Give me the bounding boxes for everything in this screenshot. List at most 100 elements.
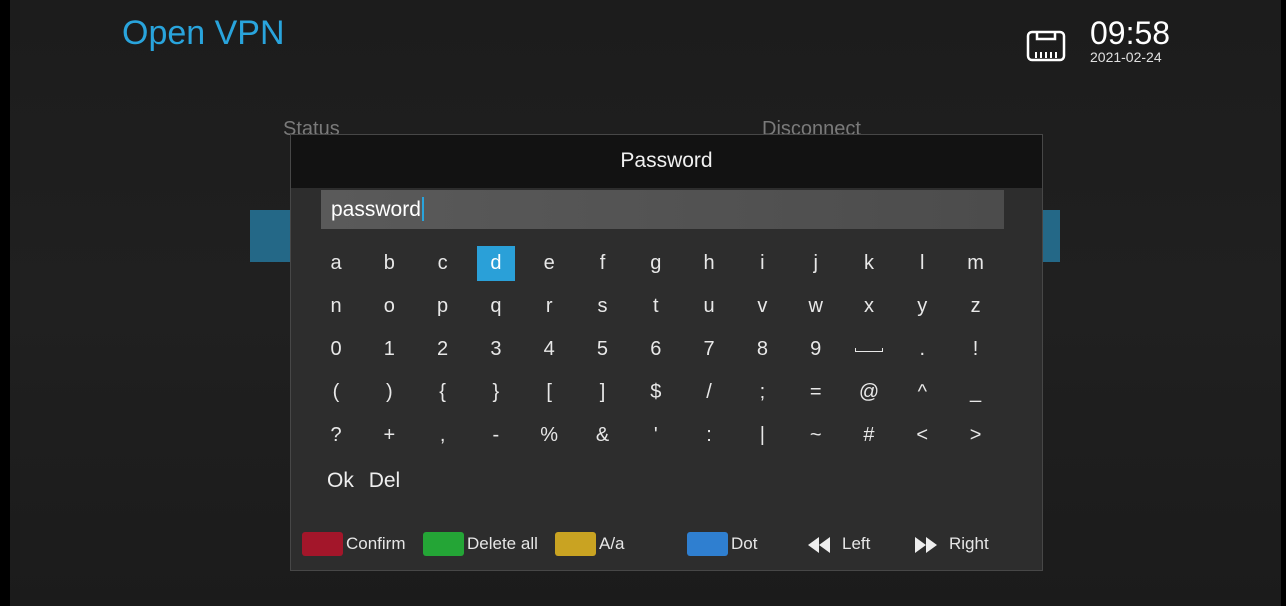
case-toggle-hint[interactable]: A/a	[555, 532, 625, 556]
dot-label: Dot	[731, 534, 758, 553]
key[interactable]: %	[530, 418, 568, 453]
key[interactable]: u	[690, 289, 728, 324]
key[interactable]: )	[370, 375, 408, 410]
key[interactable]: y	[903, 289, 941, 324]
key[interactable]: 3	[477, 332, 515, 367]
password-dialog: Password password abcdefghijklmnopqrstuv…	[290, 134, 1043, 571]
key[interactable]: '	[637, 418, 675, 453]
key[interactable]: ~	[797, 418, 835, 453]
keyboard-row: nopqrstuvwxyz	[317, 289, 1010, 332]
key[interactable]: &	[583, 418, 621, 453]
text-caret	[421, 196, 424, 221]
key-selected[interactable]: d	[476, 246, 515, 281]
key[interactable]: 1	[370, 332, 408, 367]
space-bar-icon	[854, 347, 883, 352]
key[interactable]: ]	[583, 375, 621, 410]
key[interactable]: c	[424, 246, 462, 281]
key[interactable]: b	[370, 246, 408, 281]
key[interactable]: h	[690, 246, 728, 281]
key[interactable]: e	[530, 246, 568, 281]
screen: Open VPN 09:58 2021-02-24 Status Disconn…	[10, 0, 1281, 606]
key[interactable]: .	[903, 332, 941, 367]
key[interactable]: <	[903, 418, 941, 453]
right-hint[interactable]: Right	[915, 532, 989, 556]
password-input[interactable]: password	[321, 190, 1004, 229]
key[interactable]: 4	[530, 332, 568, 367]
confirm-hint[interactable]: Confirm	[302, 532, 406, 556]
key[interactable]: !	[957, 332, 995, 367]
red-button-icon	[302, 532, 343, 556]
ok-key[interactable]: Ok	[327, 469, 354, 492]
key[interactable]: a	[317, 246, 355, 281]
key[interactable]: x	[850, 289, 888, 324]
confirm-label: Confirm	[346, 534, 406, 553]
delete-all-hint[interactable]: Delete all	[423, 532, 538, 556]
keyboard-row: abcdefghijklm	[317, 246, 1010, 289]
key[interactable]: ;	[743, 375, 781, 410]
dot-hint[interactable]: Dot	[687, 532, 757, 556]
key[interactable]: [	[530, 375, 568, 410]
clock-date: 2021-02-24	[1090, 49, 1162, 65]
key[interactable]: 6	[637, 332, 675, 367]
key[interactable]: ^	[903, 375, 941, 410]
key[interactable]: (	[317, 375, 355, 410]
rewind-icon	[808, 536, 830, 553]
key[interactable]: {	[424, 375, 462, 410]
app-title: Open VPN	[122, 14, 285, 52]
key[interactable]: w	[797, 289, 835, 324]
password-value: password	[331, 198, 421, 221]
key[interactable]: q	[477, 289, 515, 324]
key[interactable]: 2	[424, 332, 462, 367]
key[interactable]: n	[317, 289, 355, 324]
key[interactable]: _	[957, 375, 995, 410]
key[interactable]: o	[370, 289, 408, 324]
key[interactable]: -	[477, 418, 515, 453]
key[interactable]: s	[583, 289, 621, 324]
key-space[interactable]	[850, 332, 888, 367]
key[interactable]: j	[797, 246, 835, 281]
key[interactable]: @	[850, 375, 888, 410]
on-screen-keyboard: a b c d e f g h i j k l m n o p q r s t u v w x y z 0 1 2 3 4 5 6 7 8 9.!()…	[317, 246, 1010, 461]
ethernet-icon	[1026, 30, 1066, 62]
key[interactable]: ,	[424, 418, 462, 453]
green-button-icon	[423, 532, 464, 556]
delete-all-label: Delete all	[467, 534, 538, 553]
key[interactable]: }	[477, 375, 515, 410]
keyboard-row: () {} [] $ /; = @ ^ _	[317, 375, 1010, 418]
key[interactable]: i	[743, 246, 781, 281]
case-toggle-label: A/a	[599, 534, 625, 553]
key[interactable]: 9	[797, 332, 835, 367]
key[interactable]: #	[850, 418, 888, 453]
key[interactable]: |	[743, 418, 781, 453]
key[interactable]: =	[797, 375, 835, 410]
key[interactable]: t	[637, 289, 675, 324]
key[interactable]: v	[743, 289, 781, 324]
yellow-button-icon	[555, 532, 596, 556]
blue-button-icon	[687, 532, 728, 556]
key[interactable]: 5	[583, 332, 621, 367]
key[interactable]: f	[583, 246, 621, 281]
key[interactable]: p	[424, 289, 462, 324]
key[interactable]: 0	[317, 332, 355, 367]
key[interactable]: $	[637, 375, 675, 410]
key[interactable]: r	[530, 289, 568, 324]
clock: 09:58 2021-02-24	[1090, 16, 1170, 64]
key[interactable]: :	[690, 418, 728, 453]
key[interactable]: ?	[317, 418, 355, 453]
key[interactable]: /	[690, 375, 728, 410]
key[interactable]: +	[370, 418, 408, 453]
key[interactable]: 8	[743, 332, 781, 367]
key[interactable]: k	[850, 246, 888, 281]
keyboard-actions: Ok Del	[327, 469, 409, 493]
right-label: Right	[949, 534, 989, 553]
fast-forward-icon	[915, 536, 937, 553]
key[interactable]: m	[957, 246, 995, 281]
key[interactable]: g	[637, 246, 675, 281]
left-hint[interactable]: Left	[808, 532, 870, 556]
key[interactable]: 7	[690, 332, 728, 367]
key[interactable]: >	[957, 418, 995, 453]
key[interactable]: z	[957, 289, 995, 324]
key[interactable]: l	[903, 246, 941, 281]
del-key[interactable]: Del	[369, 469, 401, 492]
left-label: Left	[842, 534, 871, 553]
